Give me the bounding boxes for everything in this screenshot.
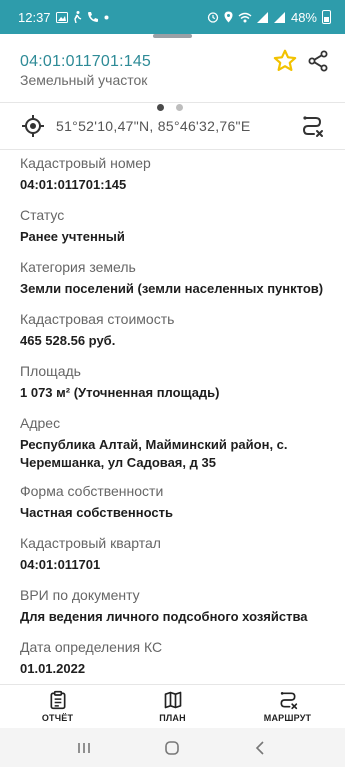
field-label: Кадастровый номер bbox=[20, 155, 151, 171]
battery-percent: 48% bbox=[290, 9, 317, 25]
bottom-action-bar: ОТЧЁТ ПЛАН МАРШРУТ bbox=[0, 684, 345, 728]
field-value: Для ведения личного подсобного хозяйства bbox=[20, 609, 308, 624]
parcel-title: 04:01:011701:145 bbox=[20, 53, 152, 70]
details-sheet: 04:01:011701:145 Земельный участок 51°52… bbox=[0, 34, 345, 684]
field-permitted-use: ВРИ по документу Для ведения личного под… bbox=[20, 586, 330, 638]
field-cadastral-value: Кадастровая стоимость 465 528.56 руб. bbox=[20, 310, 330, 362]
report-icon bbox=[50, 690, 65, 710]
field-value: Республика Алтай, Майминский район, с. Ч… bbox=[20, 437, 288, 470]
route-icon bbox=[279, 692, 297, 710]
field-address: Адрес Республика Алтай, Майминский район… bbox=[20, 414, 330, 482]
field-label: Форма собственности bbox=[20, 483, 164, 499]
field-cadastral-quarter: Кадастровый квартал 04:01:011701 bbox=[20, 534, 330, 586]
route-icon[interactable] bbox=[300, 114, 324, 138]
route-button[interactable]: МАРШРУТ bbox=[230, 685, 345, 728]
gallery-icon bbox=[55, 11, 68, 23]
field-label: Статус bbox=[20, 207, 65, 223]
field-value: 465 528.56 руб. bbox=[20, 333, 116, 348]
battery-icon bbox=[322, 10, 331, 24]
map-icon bbox=[164, 691, 181, 709]
recent-apps-icon[interactable] bbox=[76, 740, 92, 756]
wifi-icon bbox=[238, 12, 252, 22]
status-time: 12:37 bbox=[18, 9, 51, 25]
alarm-icon bbox=[207, 12, 219, 23]
field-cadastral-number: Кадастровый номер 04:01:011701:145 bbox=[20, 154, 330, 206]
field-label: Площадь bbox=[20, 363, 81, 379]
field-value: Земли поселений (земли населенных пункто… bbox=[20, 281, 324, 296]
report-label: ОТЧЁТ bbox=[41, 713, 74, 723]
coordinates-row[interactable]: 51°52'10,47"N, 85°46'32,76"E bbox=[0, 102, 345, 150]
field-label: Кадастровый квартал bbox=[20, 535, 161, 551]
field-value: 04:01:011701 bbox=[20, 557, 101, 572]
coordinates-text: 51°52'10,47"N, 85°46'32,76"E bbox=[56, 118, 251, 134]
call-icon bbox=[87, 12, 98, 22]
field-valuation-date: Дата определения КС 01.01.2022 bbox=[20, 638, 330, 690]
field-label: Дата определения КС bbox=[20, 639, 163, 655]
route-label: МАРШРУТ bbox=[263, 713, 312, 723]
signal-icon bbox=[273, 11, 285, 23]
field-value: 1 073 м² (Уточненная площадь) bbox=[20, 385, 220, 400]
status-left: 12:37 bbox=[18, 10, 109, 25]
field-label: ВРИ по документу bbox=[20, 587, 140, 603]
home-icon[interactable] bbox=[164, 740, 180, 756]
field-value: 04:01:011701:145 bbox=[20, 177, 127, 192]
location-icon bbox=[224, 11, 233, 23]
plan-button[interactable]: ПЛАН bbox=[115, 685, 230, 728]
share-icon[interactable] bbox=[306, 49, 330, 73]
field-label: Категория земель bbox=[20, 259, 136, 275]
plan-label: ПЛАН bbox=[159, 713, 186, 723]
field-status: Статус Ранее учтенный bbox=[20, 206, 330, 258]
status-right: 48% bbox=[207, 10, 331, 25]
drag-handle[interactable] bbox=[153, 34, 192, 38]
back-icon[interactable] bbox=[253, 740, 269, 756]
walk-icon bbox=[73, 11, 81, 23]
star-icon[interactable] bbox=[272, 48, 298, 74]
field-area: Площадь 1 073 м² (Уточненная площадь) bbox=[20, 362, 330, 414]
field-value: 01.01.2022 bbox=[20, 661, 86, 676]
parcel-subtitle: Земельный участок bbox=[20, 72, 148, 88]
gps-target-icon[interactable] bbox=[21, 114, 45, 138]
status-bar: 12:37 48% bbox=[0, 0, 345, 34]
field-land-category: Категория земель Земли поселений (земли … bbox=[20, 258, 330, 310]
field-label: Адрес bbox=[20, 415, 61, 431]
field-value: Ранее учтенный bbox=[20, 229, 125, 244]
signal-icon bbox=[256, 11, 268, 23]
field-value: Частная собственность bbox=[20, 505, 173, 520]
field-label: Кадастровая стоимость bbox=[20, 311, 175, 327]
attributes-list: Кадастровый номер 04:01:011701:145 Стату… bbox=[20, 154, 330, 690]
dot-icon bbox=[104, 15, 109, 19]
header: 04:01:011701:145 Земельный участок bbox=[0, 48, 345, 111]
field-ownership: Форма собственности Частная собственност… bbox=[20, 482, 330, 534]
report-button[interactable]: ОТЧЁТ bbox=[0, 685, 115, 728]
system-nav-bar bbox=[0, 728, 345, 767]
